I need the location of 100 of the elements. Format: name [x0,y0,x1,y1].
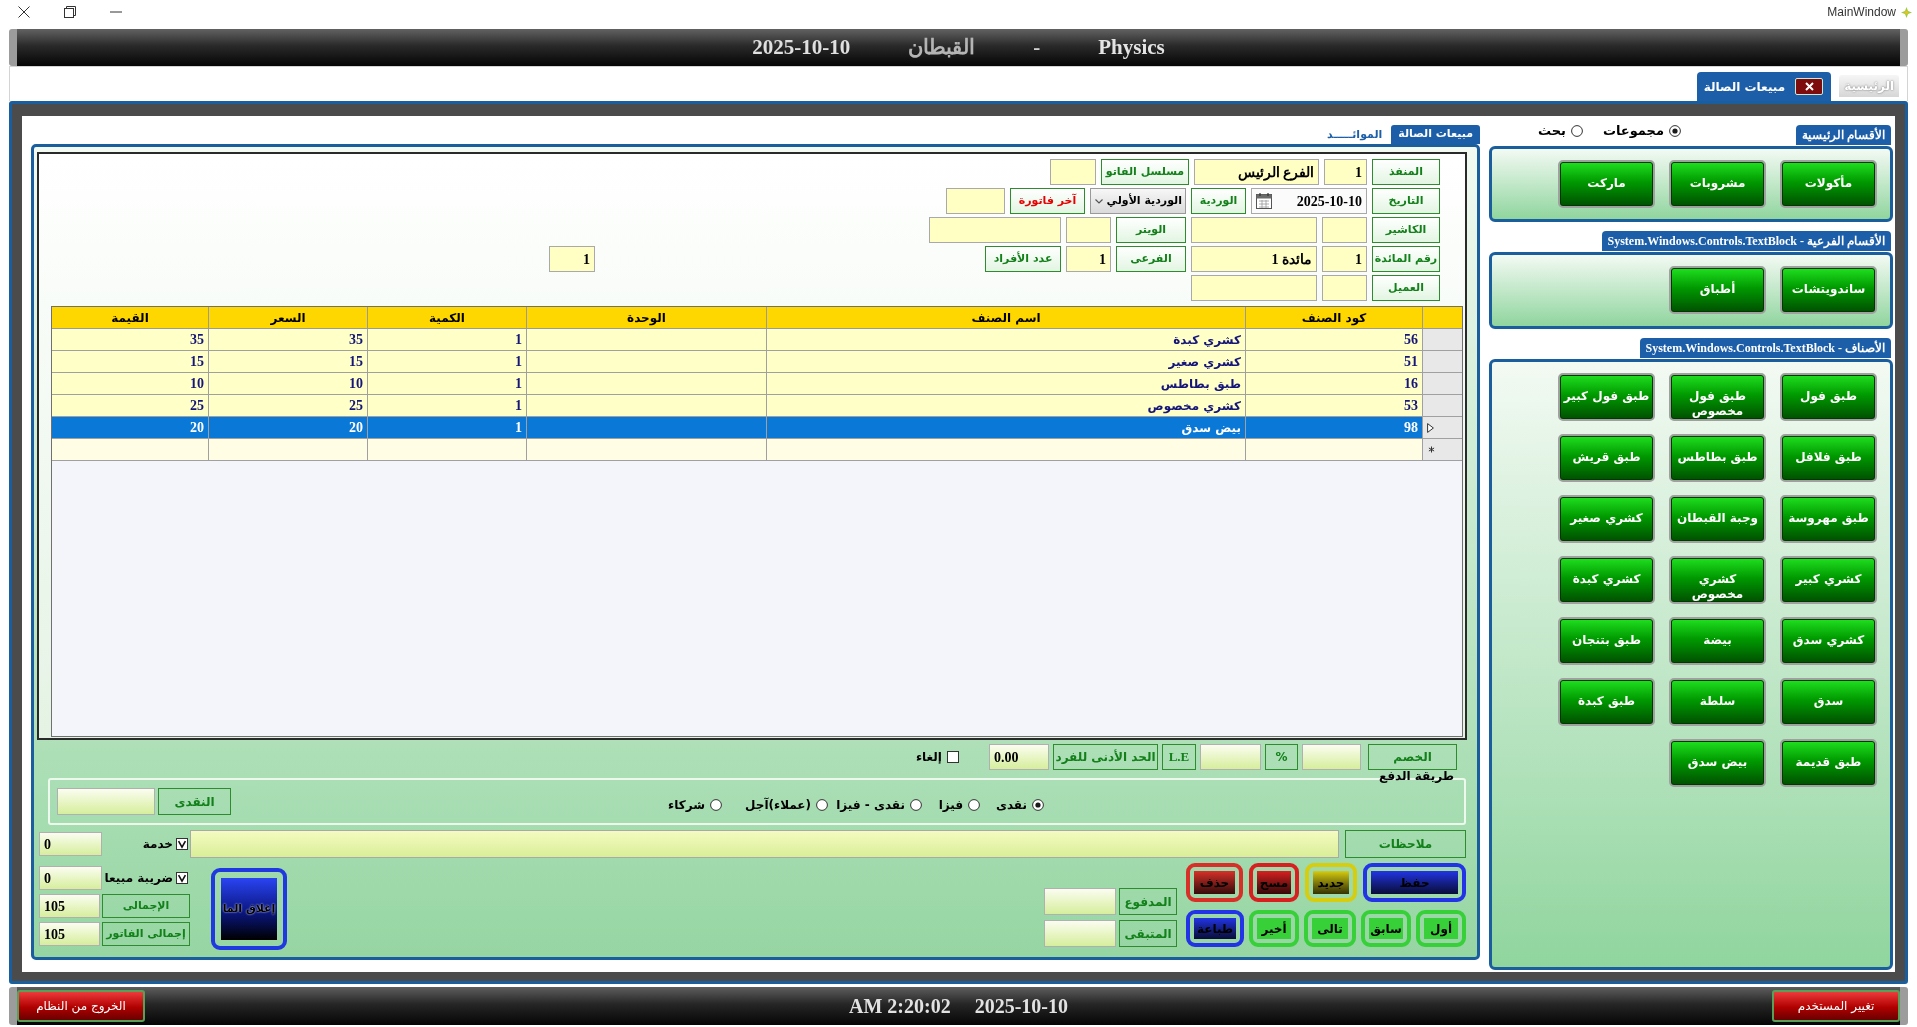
switch-user-button[interactable]: تغيير المستخدم [1772,990,1900,1022]
field-label: المتبقى [1119,920,1177,947]
field-label: الفرعى [1116,246,1186,272]
tab[interactable]: مبيعات الصالة [1696,72,1832,101]
menu-button[interactable]: كشري كبدة [1558,556,1655,604]
text-field[interactable]: 0 [39,866,102,890]
option-label: فيزا [938,796,963,814]
text-field[interactable]: 105 [39,894,100,918]
menu-button[interactable]: طبق فول مخصوص [1669,373,1766,421]
text-field[interactable] [1050,159,1096,185]
text-field[interactable]: 0 [39,832,102,856]
menu-button[interactable]: طبق فلافل [1780,434,1877,482]
menu-button[interactable]: كشري كبير [1780,556,1877,604]
row-header[interactable] [1422,351,1462,373]
exit-button[interactable]: الخروج من النظام [17,990,145,1022]
text-field[interactable]: 105 [39,922,100,946]
row-header[interactable] [1422,395,1462,417]
field-label: الويتر [1116,217,1186,243]
text-field[interactable] [1191,275,1317,301]
menu-button[interactable]: طبق مهروسة [1780,495,1877,543]
checkbox[interactable] [176,872,188,884]
menu-button[interactable]: طبق بطاطس [1669,434,1766,482]
radio-button[interactable] [1669,125,1681,137]
section-title: الأقسام الفرعية - System.Windows.Controls.TextBlock [1601,231,1891,251]
row-header[interactable] [1422,329,1462,351]
text-field[interactable] [1302,744,1361,770]
tab[interactable]: الرئيسية [1839,75,1899,97]
menu-button[interactable]: ماركت [1558,160,1655,208]
menu-button[interactable]: طبق قديمة [1780,739,1877,787]
close-tab-button[interactable] [1795,78,1824,95]
menu-button[interactable]: كشري صغير [1558,495,1655,543]
menu-button[interactable]: طبق قريش [1558,434,1655,482]
status-time: AM 2:20:02 [849,994,951,1019]
option-label: نقدى [995,796,1027,814]
close-icon[interactable] [18,6,30,18]
date-field[interactable]: 2025-10-10 [1251,188,1367,214]
menu-button[interactable]: طبق كبدة [1558,678,1655,726]
checkbox-label: ضريبة مبيعا [104,870,173,887]
menu-button[interactable]: سلطة [1669,678,1766,726]
row-pointer-icon [1427,422,1434,433]
action-button[interactable]: تالى [1304,910,1356,947]
field-label: ملاحظات [1345,830,1466,858]
field-label: النقدى [158,788,231,815]
text-field[interactable] [1191,217,1317,243]
menu-button[interactable]: وجبة القبطان [1669,495,1766,543]
radio-button[interactable] [816,798,828,811]
radio-button[interactable] [1032,798,1044,811]
radio-button[interactable] [710,798,722,811]
text-field[interactable] [1066,217,1111,243]
field-label: المدفوع [1119,888,1177,915]
close-icon [1804,82,1814,91]
option-label: بحث [1537,122,1566,141]
menu-button[interactable]: بيضة [1669,617,1766,665]
action-button[interactable]: أخير [1249,910,1299,947]
text-field[interactable]: 0.00 [989,744,1049,770]
notes-field[interactable] [190,830,1339,858]
text-field[interactable] [1044,920,1116,947]
menu-button[interactable]: سدق [1780,678,1877,726]
field-label: مسلسل الفاتو [1101,159,1189,185]
radio-button[interactable] [1570,125,1583,137]
text-field[interactable] [1322,217,1367,243]
dropdown[interactable]: الوردية الأولي [1090,188,1186,214]
text-field[interactable] [1044,888,1116,915]
chevron-down-icon [1095,198,1103,204]
text-field[interactable] [946,188,1005,214]
text-field[interactable]: الفرع الرئيس [1194,159,1319,185]
action-button[interactable]: أول [1416,910,1466,947]
row-header[interactable] [1422,373,1462,395]
new-row[interactable] [52,439,1462,461]
menu-button[interactable]: أطباق [1669,266,1766,314]
menu-button[interactable]: بيض سدق [1669,739,1766,787]
field-label: التاريخ [1372,188,1440,214]
menu-button[interactable]: طبق بتنجان [1558,617,1655,665]
menu-button[interactable]: طبق فول كبير [1558,373,1655,421]
checkbox[interactable] [176,838,188,850]
row-header[interactable] [1422,439,1462,461]
radio-button[interactable] [968,798,980,811]
text-field[interactable] [1200,744,1261,770]
text-field[interactable]: 1 [1066,246,1111,272]
group-title: طريقة الدفع [1379,768,1454,785]
menu-button[interactable]: كشري سدق [1780,617,1877,665]
text-field[interactable] [929,217,1061,243]
action-button[interactable]: جديد [1305,863,1357,902]
text-field[interactable]: مائدة 1 [1191,246,1317,272]
text-field[interactable] [1322,275,1367,301]
row-header[interactable] [1422,417,1462,439]
menu-button[interactable]: كشري مخصوص [1669,556,1766,604]
text-field[interactable] [57,788,155,815]
tab[interactable]: مبيعات الصالة [1391,125,1480,144]
menu-button[interactable]: طبق فول [1780,373,1877,421]
text-field[interactable]: 1 [1322,246,1367,272]
text-field[interactable]: 1 [1324,159,1367,185]
menu-button[interactable]: مأكولات [1780,160,1877,208]
menu-button[interactable]: مشروبات [1669,160,1766,208]
radio-button[interactable] [910,798,922,811]
action-button[interactable]: سابق [1361,910,1411,947]
text-field[interactable]: 1 [549,246,595,272]
restore-icon[interactable] [64,6,76,18]
checkbox[interactable] [947,751,959,763]
menu-button[interactable]: ساندويتشات [1780,266,1877,314]
